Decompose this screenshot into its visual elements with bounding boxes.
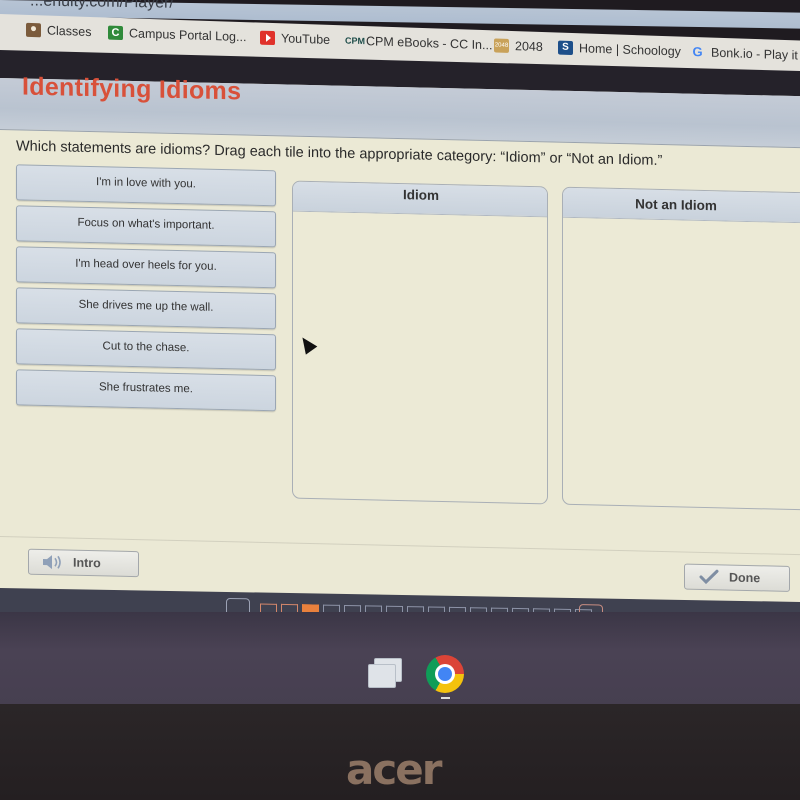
campus-portal-icon: C: [108, 25, 123, 41]
category-not-idiom-dropzone[interactable]: Not an Idiom: [562, 186, 800, 511]
intro-label: Intro: [73, 555, 101, 571]
speaker-icon: [43, 555, 61, 570]
cpm-icon: CPM: [345, 35, 365, 47]
chrome-icon[interactable]: [426, 655, 464, 693]
lesson-title: Identifying Idioms: [22, 72, 242, 106]
drag-tile[interactable]: I'm head over heels for you.: [16, 246, 276, 289]
files-app-icon[interactable]: [366, 658, 404, 690]
category-not-idiom-header: Not an Idiom: [563, 187, 800, 224]
bookmark-label: 2048: [515, 39, 543, 55]
bookmark-label: Home | Schoology: [579, 41, 681, 59]
2048-icon: 2048: [494, 38, 509, 53]
bookmark-campus-portal[interactable]: C Campus Portal Log...: [108, 25, 247, 45]
category-idiom-header: Idiom: [293, 181, 547, 218]
bookmark-schoology[interactable]: S Home | Schoology: [558, 40, 681, 59]
bookmark-cpm[interactable]: CPM CPM eBooks - CC In...: [345, 33, 492, 52]
google-classroom-icon: [26, 22, 41, 38]
bookmark-bonk[interactable]: G Bonk.io - Play it on: [690, 43, 800, 63]
category-idiom-dropzone[interactable]: Idiom: [292, 180, 548, 505]
done-button[interactable]: Done: [684, 563, 790, 592]
brand-logo: acer: [346, 745, 442, 794]
drag-tile[interactable]: Cut to the chase.: [16, 328, 276, 371]
bookmark-label: YouTube: [281, 31, 331, 47]
bookmark-label: Campus Portal Log...: [129, 26, 247, 45]
bookmark-label: CPM eBooks - CC In...: [366, 34, 493, 53]
drag-tile[interactable]: She drives me up the wall.: [16, 287, 276, 330]
google-icon: G: [692, 43, 703, 60]
bookmark-youtube[interactable]: YouTube: [260, 30, 331, 47]
bookmark-classes[interactable]: Classes: [26, 22, 92, 40]
intro-button[interactable]: Intro: [28, 548, 139, 578]
drag-tile[interactable]: She frustrates me.: [16, 369, 276, 412]
schoology-icon: S: [558, 40, 573, 56]
bookmark-label: Bonk.io - Play it on: [711, 45, 800, 63]
checkmark-icon: [699, 569, 719, 585]
lesson-player: Identifying Idioms Which statements are …: [0, 72, 800, 617]
done-label: Done: [729, 570, 761, 586]
drag-tile[interactable]: I'm in love with you.: [16, 164, 276, 207]
screen: ...enuity.com/Player/ Classes C Campus P…: [0, 0, 800, 800]
url-text[interactable]: ...enuity.com/Player/: [30, 0, 174, 13]
bookmark-label: Classes: [47, 23, 92, 40]
instructions: Which statements are idioms? Drag each t…: [16, 138, 663, 170]
files-app-page: [368, 664, 396, 688]
drag-tile[interactable]: Focus on what's important.: [16, 205, 276, 248]
youtube-icon: [260, 30, 275, 46]
active-app-indicator: [441, 697, 450, 699]
bookmark-2048[interactable]: 2048 2048: [494, 38, 543, 54]
